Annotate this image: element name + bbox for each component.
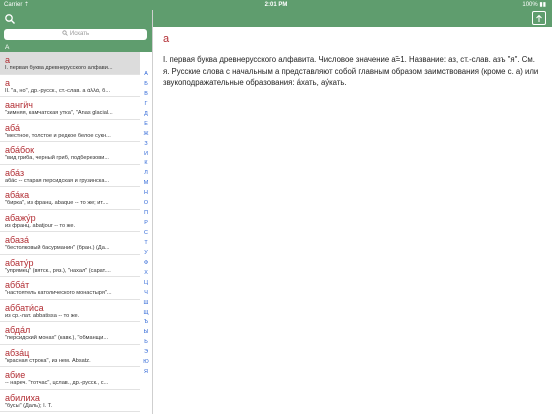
index-letter[interactable]: К: [140, 159, 152, 169]
headword: аббати́са: [5, 302, 44, 313]
index-letter[interactable]: Щ: [140, 309, 152, 319]
headword: абилиха: [5, 392, 40, 403]
definition-preview: "упрямец" (вятск., ряз.), "нахал" (сарат…: [5, 267, 111, 274]
definition-preview: -- нареч. "тотчас", цслав., др.-русск., …: [5, 380, 109, 386]
list-item[interactable]: аббати́са из ср.-лат. abbatissa -- то же…: [0, 300, 140, 322]
entry-detail: а I. первая буква древнерусского алфавит…: [153, 27, 552, 414]
headword: абаза́: [5, 235, 29, 245]
index-letter[interactable]: Ц: [140, 279, 152, 289]
index-letter[interactable]: В: [140, 90, 152, 100]
search-input[interactable]: Искать: [4, 29, 147, 40]
word-list[interactable]: а I. первая буква древнерусского алфави.…: [0, 52, 140, 414]
definition-preview: аба́с -- старая персидская и грузинска..…: [5, 177, 110, 184]
headword: абба́т: [5, 280, 30, 290]
index-letter[interactable]: Д: [140, 110, 152, 120]
index-letter[interactable]: О: [140, 199, 152, 209]
index-letter[interactable]: Ъ: [140, 318, 152, 328]
index-letter[interactable]: Ю: [140, 358, 152, 368]
definition-preview: "вид гриба, черный гриб, подберезови...: [5, 155, 109, 161]
detail-nav-bar: [152, 10, 552, 27]
battery-indicator: 100% ▮▮: [522, 2, 546, 8]
index-letter[interactable]: Н: [140, 189, 152, 199]
headword: абза́ц: [5, 347, 30, 358]
index-letter[interactable]: М: [140, 179, 152, 189]
definition-preview: "настоятель католического монастыря"...: [5, 290, 112, 296]
index-letter[interactable]: Ь: [140, 338, 152, 348]
search-placeholder: Искать: [69, 31, 90, 37]
index-letter[interactable]: Б: [140, 80, 152, 90]
definition-preview: "местное, толстое и редкое белое сукн...: [5, 132, 111, 139]
search-field-icon: [62, 30, 68, 37]
list-item[interactable]: абаза́ "бестолковый басурманин" (бран.) …: [0, 232, 140, 255]
list-item[interactable]: абилиха "бусы" (Даль); I. Т.: [0, 390, 140, 412]
status-bar: Carrier ⇡ 2:01 PM 100% ▮▮: [0, 0, 552, 10]
definition-preview: "красная строка", из нем. Absatz.: [5, 357, 91, 364]
definition-preview: "бирка", из франц. abaque -- то же; ит..…: [5, 200, 109, 206]
list-item[interactable]: а II. "а, но", др.-русск., ст.-слав. а ἀ…: [0, 75, 140, 97]
alphabet-index[interactable]: А Б В Г Д Е Ж З И К Л М Н О П Р С Т У Ф …: [140, 70, 152, 378]
list-item[interactable]: а I. первая буква древнерусского алфави.…: [0, 52, 140, 75]
index-letter[interactable]: Э: [140, 348, 152, 358]
definition-preview: "персидский монах" (кавк.), "обманщи...: [5, 335, 109, 341]
list-item[interactable]: аба́ "местное, толстое и редкое белое су…: [0, 120, 140, 142]
list-item[interactable]: аба́бок "вид гриба, черный гриб, подбере…: [0, 142, 140, 165]
clock: 2:01 PM: [264, 2, 288, 8]
index-letter[interactable]: С: [140, 229, 152, 239]
headword: аба́ка: [5, 190, 30, 200]
search-bar-container: Искать: [0, 27, 152, 43]
definition-preview: I. первая буква древнерусского алфави...: [5, 65, 113, 71]
index-letter[interactable]: Я: [140, 368, 152, 378]
index-letter[interactable]: Т: [140, 239, 152, 249]
headword: а: [5, 77, 11, 88]
index-letter[interactable]: Х: [140, 269, 152, 279]
headword: аба́з: [5, 167, 25, 178]
list-item[interactable]: аба́з аба́с -- старая персидская и грузи…: [0, 165, 140, 187]
headword: аба́: [5, 122, 20, 133]
list-item[interactable]: абза́ц "красная строка", из нем. Absatz.: [0, 345, 140, 367]
headword: аангӥч: [5, 100, 33, 110]
headword: абда́л: [5, 325, 31, 335]
index-letter[interactable]: Р: [140, 219, 152, 229]
headword: аба́бок: [5, 145, 35, 155]
headword: абажу́р: [5, 212, 36, 223]
index-letter[interactable]: З: [140, 140, 152, 150]
index-letter[interactable]: Ч: [140, 289, 152, 299]
definition-preview: из франц. abatjour -- то же.: [5, 222, 76, 229]
definition-preview: из ср.-лат. abbatissa -- то же.: [5, 312, 80, 319]
definition-preview: II. "а, но", др.-русск., ст.-слав. а ἀλλ…: [5, 87, 111, 94]
definition-preview: "бусы" (Даль); I. Т.: [5, 402, 53, 409]
index-letter[interactable]: Ы: [140, 328, 152, 338]
definition-preview: "зимняя, камчатская утка", "Anas glacial…: [5, 110, 113, 116]
search-button[interactable]: [4, 12, 16, 24]
index-letter[interactable]: Г: [140, 100, 152, 110]
list-item[interactable]: аангӥч "зимняя, камчатская утка", "Anas …: [0, 97, 140, 120]
headword: абие: [5, 370, 26, 380]
list-item[interactable]: аба́ка "бирка", из франц. abaque -- то ж…: [0, 187, 140, 210]
headword: абату́р: [5, 257, 34, 268]
index-letter[interactable]: У: [140, 249, 152, 259]
index-letter[interactable]: Ф: [140, 259, 152, 269]
list-item[interactable]: абажу́р из франц. abatjour -- то же.: [0, 210, 140, 232]
share-button[interactable]: [532, 11, 546, 25]
index-letter[interactable]: А: [140, 70, 152, 80]
list-item[interactable]: абда́л "персидский монах" (кавк.), "обма…: [0, 322, 140, 345]
list-item[interactable]: абату́р "упрямец" (вятск., ряз.), "нахал…: [0, 255, 140, 277]
list-item[interactable]: абие -- нареч. "тотчас", цслав., др.-рус…: [0, 367, 140, 390]
entry-title: а: [163, 33, 170, 45]
index-letter[interactable]: Ш: [140, 299, 152, 309]
index-letter[interactable]: И: [140, 150, 152, 160]
index-letter[interactable]: Л: [140, 169, 152, 179]
list-item[interactable]: абба́т "настоятель католического монасты…: [0, 277, 140, 300]
index-letter[interactable]: Ж: [140, 130, 152, 140]
master-nav-bar: [0, 10, 152, 27]
search-icon: [5, 14, 15, 24]
index-letter[interactable]: П: [140, 209, 152, 219]
share-icon: [536, 14, 542, 22]
index-letter[interactable]: Е: [140, 120, 152, 130]
section-header: А: [0, 43, 152, 52]
definition-preview: "бестолковый басурманин" (бран.) (Да...: [5, 245, 110, 251]
entry-body: I. первая буква древнерусского алфавита.…: [163, 55, 539, 88]
headword: а: [5, 55, 11, 65]
